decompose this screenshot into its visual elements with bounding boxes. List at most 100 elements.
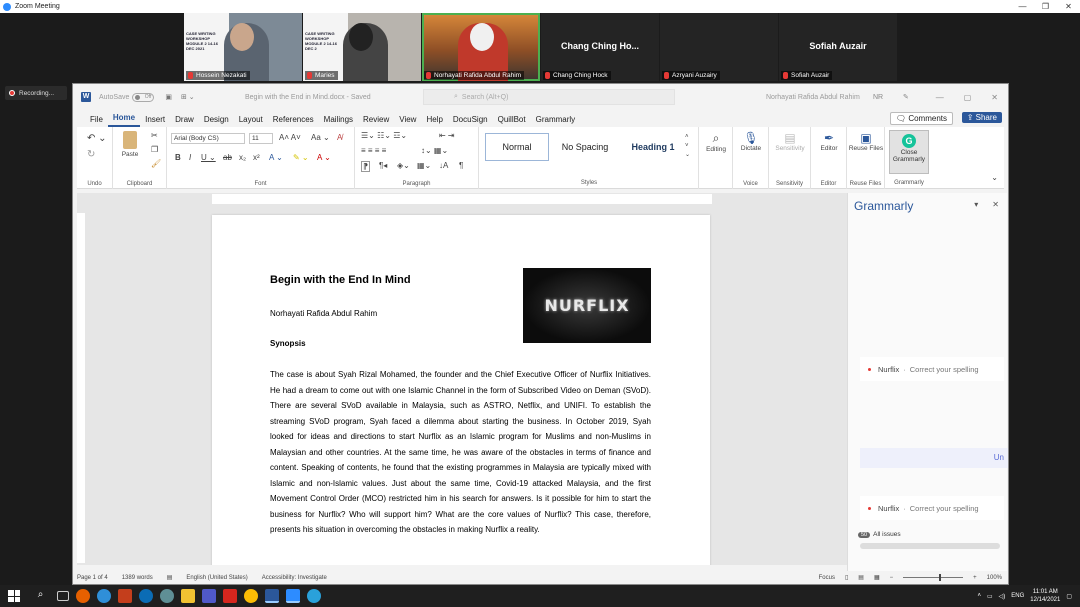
powerpoint-icon[interactable] xyxy=(117,589,132,603)
minimize-icon[interactable]: — xyxy=(1011,2,1034,11)
document-title[interactable]: Begin with the End in Mind.docx - Saved xyxy=(245,94,371,101)
tab-mailings[interactable]: Mailings xyxy=(319,115,358,127)
tab-layout[interactable]: Layout xyxy=(234,115,268,127)
style-heading-1[interactable]: Heading 1 xyxy=(621,133,685,161)
editor-button[interactable]: ✒ Editor xyxy=(811,131,847,152)
word-count[interactable]: 1389 words xyxy=(122,575,153,581)
pen-icon[interactable]: ✎ xyxy=(903,93,909,101)
zoom-taskbar-icon[interactable] xyxy=(285,589,300,603)
pane-close-icon[interactable]: ✕ xyxy=(992,200,999,209)
save-icon[interactable]: ▣ xyxy=(165,93,172,101)
edge-icon[interactable] xyxy=(96,589,111,603)
zoom-in-icon[interactable]: + xyxy=(973,575,977,581)
read-mode-icon[interactable]: ▯ xyxy=(845,574,848,581)
table-icon[interactable]: ⊞ ⌄ xyxy=(181,93,195,101)
grammarly-suggestion[interactable]: Nurflix · Correct your spelling xyxy=(860,357,1004,381)
maximize-icon[interactable]: ▢ xyxy=(964,93,972,102)
sort-icon[interactable]: ↓A xyxy=(439,161,448,170)
superscript-icon[interactable]: x² xyxy=(253,153,260,162)
tab-draw[interactable]: Draw xyxy=(170,115,199,127)
tab-file[interactable]: File xyxy=(85,115,108,127)
chrome-icon[interactable] xyxy=(243,589,258,603)
autosave-toggle[interactable]: Off xyxy=(132,92,155,102)
maximize-icon[interactable]: ❐ xyxy=(1034,2,1057,11)
zoom-out-icon[interactable]: − xyxy=(890,575,894,581)
volume-icon[interactable]: ◁) xyxy=(999,593,1006,600)
borders-icon[interactable]: ▦⌄ xyxy=(417,161,431,170)
close-grammarly-button[interactable]: G Close Grammarly xyxy=(889,130,929,174)
reuse-files-button[interactable]: ▣ Reuse Files xyxy=(847,131,885,152)
rtl-icon[interactable]: ¶◂ xyxy=(379,161,387,170)
tab-review[interactable]: Review xyxy=(358,115,394,127)
indent-icon[interactable]: ⇤ ⇥ xyxy=(439,131,455,140)
web-layout-icon[interactable]: ▦ xyxy=(874,574,880,581)
pane-options-icon[interactable]: ▾ xyxy=(974,200,978,209)
paste-button[interactable]: Paste xyxy=(113,131,147,158)
collapse-ribbon-icon[interactable]: ⌄ xyxy=(991,173,998,182)
search-box[interactable]: ⌕ Search (Alt+Q) xyxy=(423,89,675,105)
change-case-icon[interactable]: Aa ⌄ xyxy=(311,133,330,142)
font-size-select[interactable]: 11 xyxy=(249,133,273,144)
copy-icon[interactable]: ❐ xyxy=(151,145,158,154)
vertical-ruler[interactable] xyxy=(77,213,85,563)
clear-format-icon[interactable]: A̸ xyxy=(337,133,342,142)
shading-icon[interactable]: ◈⌄ xyxy=(397,161,410,170)
font-name-select[interactable]: Arial (Body CS) xyxy=(171,133,245,144)
user-name[interactable]: Norhayati Rafida Abdul Rahim xyxy=(766,94,860,101)
app-icon[interactable] xyxy=(159,589,174,603)
zoom-level[interactable]: 100% xyxy=(987,575,1002,581)
print-layout-icon[interactable]: ▤ xyxy=(858,574,864,581)
grow-font-icon[interactable]: A˄ A˅ xyxy=(279,133,301,142)
participant-tile[interactable]: CASE WRITING WORKSHOP MODULE 2 14-16 DEC… xyxy=(303,13,421,81)
tray-chevron-icon[interactable]: ˄ xyxy=(977,593,981,599)
bold-icon[interactable]: B xyxy=(175,153,181,162)
highlight-icon[interactable]: ✎ ⌄ xyxy=(293,153,309,162)
windows-start-icon[interactable] xyxy=(8,590,20,602)
acrobat-icon[interactable] xyxy=(222,589,237,603)
sensitivity-button[interactable]: ▤ Sensitivity xyxy=(771,131,809,152)
recording-indicator[interactable]: Recording... xyxy=(5,86,67,100)
zoom-slider[interactable] xyxy=(903,574,964,581)
teams-icon[interactable] xyxy=(201,589,216,603)
participant-tile[interactable]: Sofiah Auzair Sofiah Auzair xyxy=(779,13,897,81)
document-page[interactable]: Begin with the End In Mind Norhayati Raf… xyxy=(212,215,710,565)
bullets-icon[interactable]: ☰⌄ ☷⌄ ☲⌄ xyxy=(361,131,407,140)
pane-scrollbar[interactable] xyxy=(860,543,1000,549)
align-icon[interactable]: ≡ ≡ ≡ ≡ xyxy=(361,146,386,155)
search-icon[interactable]: ⌕ xyxy=(32,589,50,603)
participant-tile[interactable]: Chang Ching Ho... Chang Ching Hock xyxy=(541,13,659,81)
file-explorer-icon[interactable] xyxy=(180,589,195,603)
edge-browser-icon[interactable] xyxy=(138,589,153,603)
grammarly-suggestion[interactable]: Nurflix · Correct your spelling xyxy=(860,496,1004,520)
style-normal[interactable]: Normal xyxy=(485,133,549,161)
notifications-icon[interactable]: ▢ xyxy=(1066,593,1072,600)
share-button[interactable]: ⇪ Share xyxy=(961,112,1002,123)
proofing-icon[interactable]: ▤ xyxy=(167,574,173,581)
firefox-icon[interactable] xyxy=(75,589,90,603)
comments-button[interactable]: 🗨 Comments xyxy=(889,112,953,125)
clock[interactable]: 11:01 AM 12/14/2021 xyxy=(1030,588,1060,604)
close-icon[interactable]: ✕ xyxy=(991,93,998,102)
tab-docusign[interactable]: DocuSign xyxy=(448,115,493,127)
undo-icon[interactable]: ↶ ⌄ xyxy=(87,133,107,144)
font-color-icon[interactable]: A ⌄ xyxy=(317,153,331,162)
show-marks-icon[interactable]: ¶ xyxy=(459,161,463,170)
tab-references[interactable]: References xyxy=(268,115,319,127)
tab-quillbot[interactable]: QuillBot xyxy=(493,115,531,127)
task-view-icon[interactable] xyxy=(56,591,69,601)
strikethrough-icon[interactable]: ab xyxy=(223,153,232,162)
line-spacing-icon[interactable]: ↕⌄ ▦⌄ xyxy=(421,146,448,155)
tab-help[interactable]: Help xyxy=(421,115,447,127)
editing-button[interactable]: ⌕ Editing xyxy=(699,131,733,153)
network-icon[interactable]: ▭ xyxy=(987,593,993,600)
word-taskbar-icon[interactable] xyxy=(264,589,279,603)
tab-insert[interactable]: Insert xyxy=(140,115,170,127)
participant-tile-speaking[interactable]: Norhayati Rafida Abdul Rahim xyxy=(422,13,540,81)
subscript-icon[interactable]: x₂ xyxy=(239,153,246,162)
participant-tile[interactable]: CASE WRITING WORKSHOP MODULE 2 14-16 DEC… xyxy=(184,13,302,81)
user-initials[interactable]: NR xyxy=(873,94,883,101)
accessibility-status[interactable]: Accessibility: Investigate xyxy=(262,575,327,581)
minimize-icon[interactable]: — xyxy=(936,93,944,102)
ltr-icon[interactable]: ⁋ xyxy=(361,161,371,172)
input-language[interactable]: ENG xyxy=(1011,593,1024,599)
